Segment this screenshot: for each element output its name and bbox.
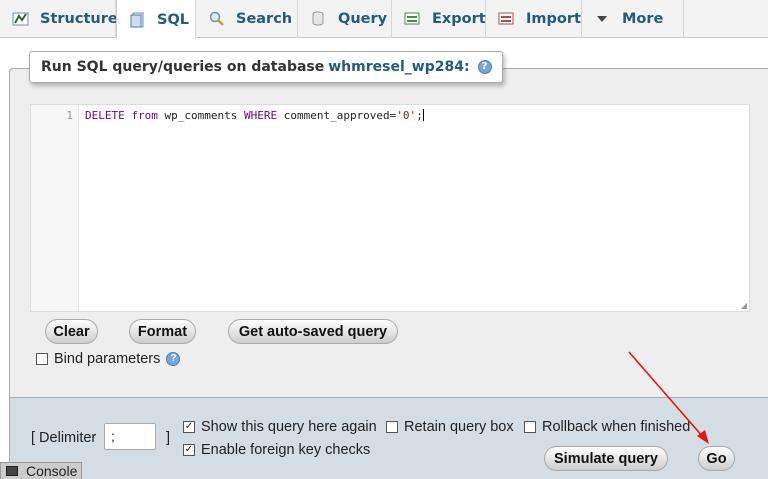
tab-label: Search <box>236 11 293 27</box>
foreign-key-checks-label: Enable foreign key checks <box>201 442 371 458</box>
tab-label: Export <box>432 11 486 27</box>
tab-more[interactable]: More <box>582 0 684 38</box>
clear-button[interactable]: Clear <box>45 319 98 344</box>
code-text: ; <box>416 109 423 122</box>
legend-text: Run SQL query/queries on database <box>41 59 325 75</box>
tab-label: Structure <box>40 11 118 27</box>
bind-parameters-option[interactable]: Bind parameters ? <box>36 351 181 367</box>
tab-sql[interactable]: SQL <box>116 0 196 39</box>
get-auto-saved-query-button[interactable]: Get auto-saved query <box>228 319 398 344</box>
keyword: from <box>131 109 158 122</box>
keyword: WHERE <box>243 109 278 122</box>
console-label: Console <box>26 463 78 479</box>
code-text: comment_approved= <box>277 109 397 122</box>
fieldset-legend: Run SQL query/queries on database whmres… <box>29 51 503 83</box>
help-icon[interactable]: ? <box>166 352 181 366</box>
console-icon <box>6 466 18 476</box>
structure-icon <box>12 11 30 27</box>
foreign-key-checks-option[interactable]: ✓ Enable foreign key checks <box>183 442 370 458</box>
search-icon <box>208 11 226 27</box>
tab-query[interactable]: Query <box>298 0 392 38</box>
line-gutter: 1 <box>31 105 79 311</box>
tab-search[interactable]: Search <box>196 0 298 38</box>
tab-label: Import <box>526 11 581 27</box>
delimiter-bracket: ] <box>166 430 171 446</box>
text-cursor <box>422 109 424 121</box>
show-query-label: Show this query here again <box>201 419 377 435</box>
code-text: wp_comments <box>157 109 244 122</box>
foreign-key-checks-checkbox[interactable]: ✓ <box>183 444 195 456</box>
console-toggle[interactable]: Console <box>0 462 82 479</box>
tab-structure[interactable]: Structure <box>0 0 118 38</box>
delimiter-input[interactable]: ; <box>104 423 156 450</box>
keyword: DELETE <box>85 109 125 122</box>
tab-export[interactable]: Export <box>392 0 486 38</box>
import-icon <box>498 11 516 27</box>
retain-query-box-checkbox[interactable] <box>386 421 398 433</box>
bind-parameters-label: Bind parameters <box>54 351 161 367</box>
database-name[interactable]: whmresel_wp284: <box>328 59 469 75</box>
delimiter-label: [ Delimiter <box>31 430 97 446</box>
tab-label: Query <box>338 11 388 27</box>
retain-query-box-label: Retain query box <box>404 419 514 435</box>
help-icon[interactable]: ? <box>477 60 492 74</box>
export-icon <box>404 11 422 27</box>
bind-parameters-checkbox[interactable] <box>36 353 48 365</box>
show-query-checkbox[interactable]: ✓ <box>183 421 195 433</box>
tab-label: SQL <box>157 11 190 28</box>
chevron-down-icon <box>594 11 612 27</box>
format-button[interactable]: Format <box>129 319 196 344</box>
rollback-checkbox[interactable] <box>524 421 536 433</box>
string-literal: '0' <box>396 109 417 122</box>
show-query-option[interactable]: ✓ Show this query here again <box>183 419 377 435</box>
tab-label: More <box>622 11 664 27</box>
tab-bar: Structure SQL Search Query Export Import <box>0 0 768 39</box>
rollback-label: Rollback when finished <box>542 419 691 435</box>
query-icon <box>310 11 328 27</box>
simulate-query-button[interactable]: Simulate query <box>544 446 668 471</box>
sql-icon <box>129 12 147 28</box>
retain-query-box-option[interactable]: Retain query box <box>386 419 514 435</box>
sql-editor[interactable]: 1 DELETE from wp_comments WHERE comment_… <box>30 104 750 312</box>
line-number: 1 <box>66 109 73 122</box>
rollback-option[interactable]: Rollback when finished <box>524 419 690 435</box>
sql-code-line[interactable]: DELETE from wp_comments WHERE comment_ap… <box>85 109 424 122</box>
resize-handle-icon[interactable]: ◢ <box>741 301 747 310</box>
tab-import[interactable]: Import <box>486 0 582 38</box>
go-button[interactable]: Go <box>698 446 735 471</box>
